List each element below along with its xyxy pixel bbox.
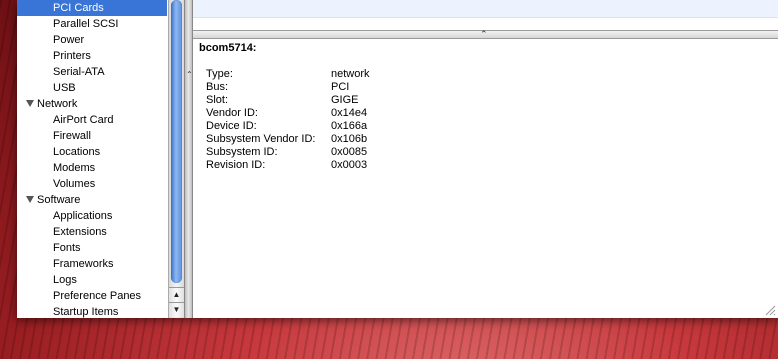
- sidebar-item-software[interactable]: Software: [17, 192, 167, 208]
- sidebar-item-label: Startup Items: [53, 306, 119, 318]
- sidebar-item-label: Preference Panes: [53, 290, 142, 302]
- sidebar-splitter[interactable]: ⌃: [184, 0, 193, 318]
- property-label: Type:: [206, 68, 233, 80]
- sidebar-item-label: Volumes: [53, 178, 96, 190]
- sidebar-item-label: USB: [53, 82, 76, 94]
- disclosure-triangle-icon[interactable]: [26, 100, 34, 107]
- scroll-down-button[interactable]: ▼: [169, 302, 184, 317]
- property-value: 0x0085: [331, 146, 368, 158]
- sidebar-item-power[interactable]: Power: [17, 32, 167, 48]
- sidebar-item-label: Parallel SCSI: [53, 18, 119, 30]
- sidebar-scrollbar[interactable]: ▲ ▼: [168, 0, 184, 318]
- property-value: PCI: [331, 81, 350, 93]
- sidebar-item-logs[interactable]: Logs: [17, 272, 167, 288]
- scroll-down-arrow-icon: ▼: [172, 305, 181, 314]
- sidebar-item-fonts[interactable]: Fonts: [17, 240, 167, 256]
- system-profiler-window: PCI Cards Parallel SCSI Power Printers Seria…: [17, 0, 778, 318]
- scroll-up-button[interactable]: ▲: [169, 287, 184, 302]
- sidebar-item-label: Firewall: [53, 130, 91, 142]
- property-label: Vendor ID:: [206, 107, 258, 119]
- disclosure-triangle-icon[interactable]: [26, 196, 34, 203]
- sidebar-item-pci-cards[interactable]: PCI Cards: [17, 0, 167, 16]
- property-label: Revision ID:: [206, 159, 266, 171]
- table-row[interactable]: [193, 0, 778, 18]
- sidebar-item-label: Logs: [53, 274, 77, 286]
- sidebar-item-printers[interactable]: Printers: [17, 48, 167, 64]
- sidebar-item-network[interactable]: Network: [17, 96, 167, 112]
- sidebar-scroll-thumb[interactable]: [171, 0, 182, 283]
- sidebar-item-volumes[interactable]: Volumes: [17, 176, 167, 192]
- sidebar-item-label: Software: [37, 194, 81, 206]
- sidebar-item-modems[interactable]: Modems: [17, 160, 167, 176]
- sidebar-item-label: Network: [37, 98, 78, 110]
- sidebar-item-label: Power: [53, 34, 85, 46]
- property-label: Subsystem Vendor ID:: [206, 133, 316, 145]
- details-pane: bcom5714: Type: network Bus: PCI Slot: GIGE Ve…: [193, 39, 778, 318]
- sidebar-item-label: Extensions: [53, 226, 107, 238]
- sidebar-item-locations[interactable]: Locations: [17, 144, 167, 160]
- sidebar-item-firewall[interactable]: Firewall: [17, 128, 167, 144]
- sidebar-item-parallel-scsi[interactable]: Parallel SCSI: [17, 16, 167, 32]
- sidebar-item-airport-card[interactable]: AirPort Card: [17, 112, 167, 128]
- sidebar-item-extensions[interactable]: Extensions: [17, 224, 167, 240]
- splitter-grip-icon: ⌃: [186, 70, 193, 79]
- sidebar-item-label: Printers: [53, 50, 91, 62]
- property-value: 0x106b: [331, 133, 368, 145]
- pane-splitter[interactable]: ⌃: [193, 29, 778, 39]
- sidebar-item-preference-panes[interactable]: Preference Panes: [17, 288, 167, 304]
- device-list[interactable]: [193, 0, 778, 30]
- property-label: Slot:: [206, 94, 229, 106]
- sidebar-item-usb[interactable]: USB: [17, 80, 167, 96]
- sidebar-item-label: PCI Cards: [53, 2, 104, 14]
- sidebar-item-serial-ata[interactable]: Serial-ATA: [17, 64, 167, 80]
- sidebar-item-label: Modems: [53, 162, 96, 174]
- property-value: 0x0003: [331, 159, 368, 171]
- property-label: Subsystem ID:: [206, 146, 278, 158]
- sidebar-item-label: Serial-ATA: [53, 66, 105, 78]
- sidebar-item-label: Applications: [53, 210, 113, 222]
- sidebar-item-startup-items[interactable]: Startup Items: [17, 304, 167, 318]
- sidebar-item-applications[interactable]: Applications: [17, 208, 167, 224]
- sidebar-item-label: Locations: [53, 146, 101, 158]
- property-label: Device ID:: [206, 120, 257, 132]
- sidebar-item-frameworks[interactable]: Frameworks: [17, 256, 167, 272]
- scroll-up-arrow-icon: ▲: [172, 290, 181, 299]
- contents-sidebar[interactable]: PCI Cards Parallel SCSI Power Printers Seria…: [17, 0, 167, 318]
- property-value: network: [331, 68, 370, 80]
- detail-title: bcom5714:: [199, 42, 257, 54]
- resize-grip-icon[interactable]: [764, 304, 776, 316]
- sidebar-item-label: Fonts: [53, 242, 81, 254]
- property-value: 0x14e4: [331, 107, 368, 119]
- sidebar-item-label: AirPort Card: [53, 114, 114, 126]
- sidebar-item-label: Frameworks: [53, 258, 114, 270]
- property-value: GIGE: [331, 94, 359, 106]
- property-label: Bus:: [206, 81, 229, 93]
- property-value: 0x166a: [331, 120, 368, 132]
